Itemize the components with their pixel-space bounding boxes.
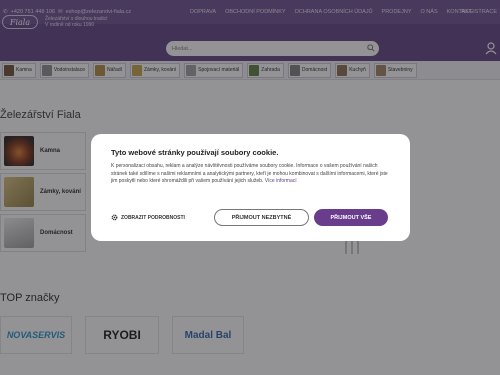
show-details-label: ZOBRAZIT PODROBNOSTI (121, 214, 185, 221)
gear-icon (111, 214, 118, 221)
cookie-text: K personalizaci obsahu, reklam a analýze… (111, 163, 391, 186)
cookie-body: K personalizaci obsahu, reklam a analýze… (111, 163, 388, 184)
accept-necessary-button[interactable]: PŘIJMOUT NEZBYTNÉ (214, 209, 309, 226)
cookie-title: Tyto webové stránky používají soubory co… (111, 148, 279, 157)
more-info-link[interactable]: Více informací (265, 178, 297, 184)
cookie-actions: ZOBRAZIT PODROBNOSTI PŘIJMOUT NEZBYTNÉ P… (111, 209, 391, 227)
accept-all-button[interactable]: PŘIJMOUT VŠE (314, 209, 388, 226)
cookie-dialog: Tyto webové stránky používají soubory co… (91, 134, 410, 241)
show-details-button[interactable]: ZOBRAZIT PODROBNOSTI (111, 214, 185, 221)
